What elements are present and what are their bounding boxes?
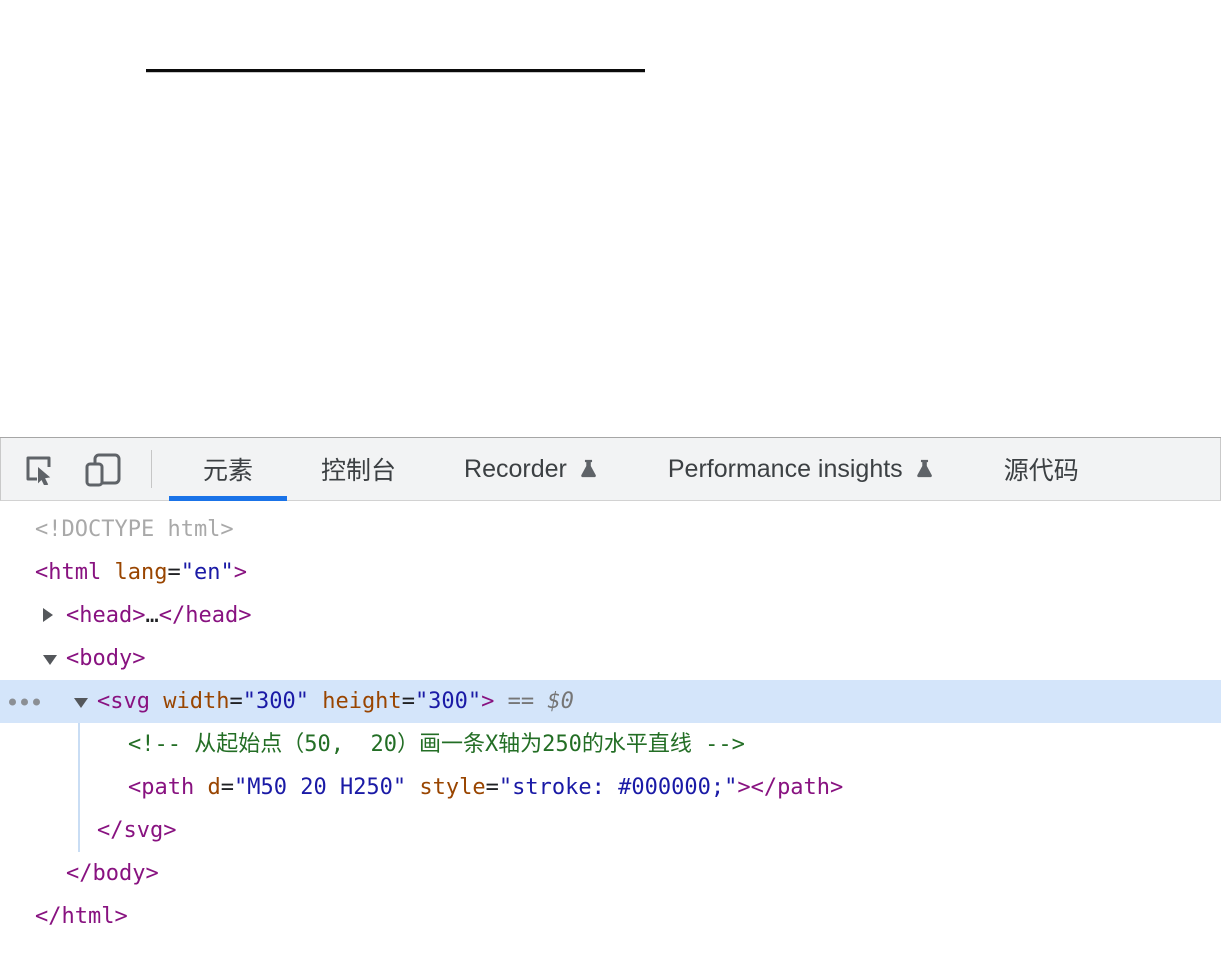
tab-recorder[interactable]: Recorder [430,438,634,500]
collapse-arrow-icon[interactable] [43,654,57,665]
tab-sources-label: 源代码 [1003,457,1079,485]
code-token-grey: <!DOCTYPE html> [35,517,234,542]
experiment-flask-icon [581,459,596,477]
code-token-plain: = [485,775,499,800]
code-token-attr: lang [114,560,168,585]
code-token-tag: </head> [158,603,252,628]
code-token-tag: <svg [97,689,164,714]
page-viewport [0,0,1221,437]
code-token-attr: d [207,775,221,800]
tree-row-6[interactable]: <!-- 从起始点（50, 20）画一条X轴为250的水平直线 --> [0,723,1221,766]
code-token-val: "en" [180,560,234,585]
code-token-tag: <path [128,775,208,800]
devtools-tabs: 元素 控制台 Recorder Performance insights 源代码 [169,438,1113,501]
tree-row-5[interactable]: <svg width="300" height="300"> == $0 [0,680,1221,723]
code-token-tag: > [481,689,495,714]
code-token-tag: ></path> [737,775,844,800]
tree-row-10[interactable]: </html> [0,895,1221,938]
tree-row-3[interactable]: <head>…</head> [0,594,1221,637]
tab-elements[interactable]: 元素 [169,438,288,501]
code-token-tag: </body> [66,861,159,886]
toolbar-separator [151,450,152,488]
code-token-plain: = [401,689,415,714]
tree-row-2[interactable]: <html lang="en"> [0,551,1221,594]
tree-row-8[interactable]: </svg> [0,809,1221,852]
code-token-meta: == $0 [494,689,574,714]
device-toolbar-button[interactable] [83,447,123,491]
code-token-tag: </html> [35,904,128,929]
tab-elements-label: 元素 [203,457,254,485]
code-token-plain: = [220,775,234,800]
tab-performance-insights[interactable]: Performance insights [634,438,970,500]
devtools-panel: 元素 控制台 Recorder Performance insights 源代码 <… [0,437,1221,970]
tree-row-1[interactable]: <!DOCTYPE html> [0,508,1221,551]
inspect-element-button[interactable] [19,447,59,491]
tree-row-4[interactable]: <body> [0,637,1221,680]
collapse-arrow-icon[interactable] [74,697,88,708]
code-token-attr: width [163,689,230,714]
devtools-toolbar: 元素 控制台 Recorder Performance insights 源代码 [0,438,1221,501]
tab-console[interactable]: 控制台 [287,438,430,500]
expand-arrow-icon[interactable] [43,607,53,622]
code-token-val: "M50 20 H250" [233,775,407,800]
code-token-attr: height [322,689,402,714]
tab-console-label: 控制台 [321,457,397,485]
code-token-tag: <body> [66,646,146,671]
code-token-val: "300" [414,689,482,714]
tree-row-9[interactable]: </body> [0,852,1221,895]
more-actions-icon[interactable] [9,698,40,705]
device-toolbar-icon [85,453,121,487]
code-token-tag: > [233,560,247,585]
tab-sources[interactable]: 源代码 [970,438,1113,500]
experiment-flask-icon [916,459,932,477]
rendered-svg-line [146,69,645,72]
tree-row-7[interactable]: <path d="M50 20 H250" style="stroke: #00… [0,766,1221,809]
code-token-plain: … [145,603,159,628]
code-token-plain: = [229,689,243,714]
tab-performance-insights-label: Performance insights [667,454,903,483]
inspect-cursor-icon [26,456,51,485]
code-token-plain: = [167,560,181,585]
code-token-tag: <html [35,560,115,585]
code-token-tag: </svg> [97,818,177,843]
code-token-attr: style [419,775,486,800]
code-token-val: "300" [242,689,309,714]
indent-guide [78,723,80,852]
code-token-tag: <head> [66,603,146,628]
elements-tree: <!DOCTYPE html> <html lang="en"> <head>…</… [0,501,1221,938]
tab-recorder-label: Recorder [464,454,567,483]
code-token-com: <!-- 从起始点（50, 20）画一条X轴为250的水平直线 --> [128,732,745,757]
code-token-val: "stroke: #000000;" [498,775,738,800]
